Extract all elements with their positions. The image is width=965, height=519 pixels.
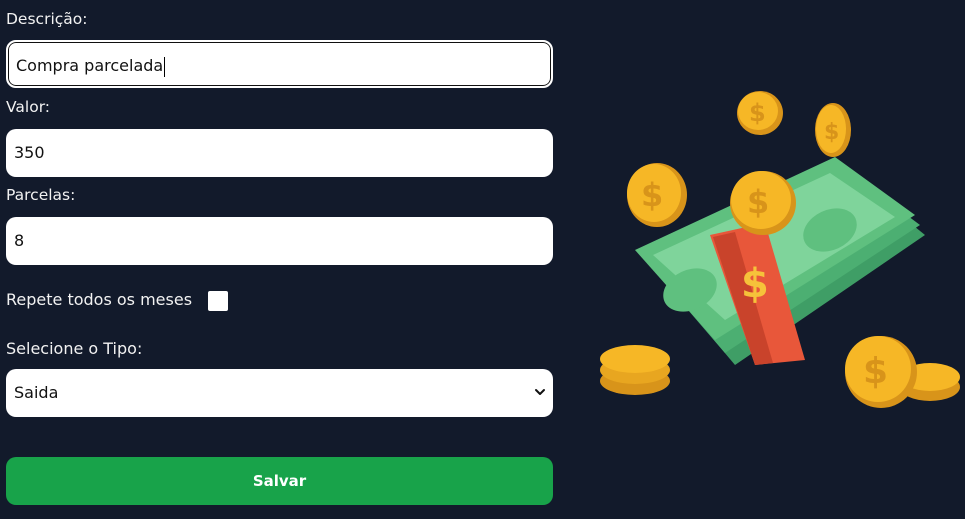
tipo-label: Selecione o Tipo: <box>6 339 143 358</box>
money-stack-with-coins-icon: $ $ $ $ $ $ <box>600 91 960 408</box>
descricao-value: Compra parcelada <box>16 56 164 75</box>
save-button[interactable]: Salvar <box>6 457 553 505</box>
tipo-selected-value: Saida <box>14 383 59 402</box>
descricao-label: Descrição: <box>6 10 88 28</box>
svg-text:$: $ <box>749 99 766 127</box>
chevron-down-icon <box>535 389 545 395</box>
text-caret <box>164 56 166 77</box>
parcelas-value: 8 <box>14 231 25 250</box>
parcelas-label: Parcelas: <box>6 186 76 204</box>
svg-text:$: $ <box>863 351 888 392</box>
svg-text:$: $ <box>741 261 769 307</box>
valor-value: 350 <box>14 143 45 162</box>
svg-text:$: $ <box>747 183 769 221</box>
parcelas-input[interactable]: 8 <box>6 217 553 265</box>
repete-checkbox[interactable] <box>208 291 228 311</box>
valor-label: Valor: <box>6 98 51 116</box>
repete-label: Repete todos os meses <box>6 290 193 309</box>
svg-text:$: $ <box>641 176 663 214</box>
tipo-select[interactable]: Saida <box>6 369 553 417</box>
valor-input[interactable]: 350 <box>6 129 553 177</box>
descricao-input[interactable]: Compra parcelada <box>6 40 553 88</box>
svg-text:$: $ <box>824 120 839 145</box>
